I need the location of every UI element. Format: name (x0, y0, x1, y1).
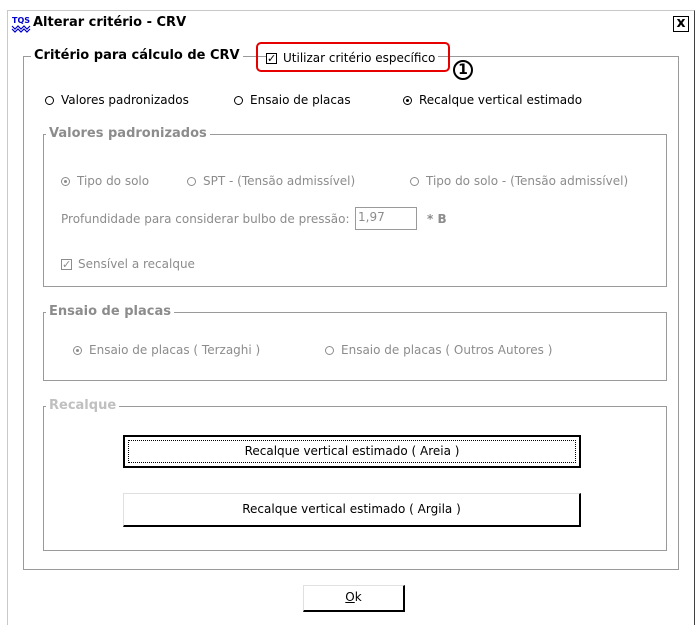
radio-tipo-solo[interactable]: Tipo do solo (61, 174, 149, 188)
recalque-argila-label: Recalque vertical estimado ( Argila ) (242, 502, 461, 516)
ensaio-legend: Ensaio de placas (46, 304, 174, 319)
radio-tipo-solo-tensao[interactable]: Tipo do solo - (Tensão admissível) (410, 174, 628, 188)
radio-circle (410, 176, 419, 186)
criterio-legend: Critério para cálculo de CRV (31, 48, 243, 63)
radio-circle (73, 345, 82, 355)
radio-label: Ensaio de placas ( Terzaghi ) (89, 343, 261, 357)
ok-underline-char: O (345, 590, 355, 604)
close-button[interactable]: x (673, 16, 689, 32)
radio-outros-autores[interactable]: Ensaio de placas ( Outros Autores ) (325, 343, 552, 357)
radio-recalque-estimado[interactable]: Recalque vertical estimado (403, 93, 582, 107)
tqs-logo-icon: TQS (11, 15, 31, 33)
checkbox-box: ✓ (61, 257, 72, 271)
radio-circle (61, 176, 70, 186)
depth-input[interactable]: 1,97 (355, 207, 417, 230)
radio-label: Tipo do solo (77, 174, 150, 188)
ok-label: k (354, 590, 362, 604)
radio-circle (234, 95, 243, 105)
close-icon: x (676, 15, 686, 31)
radio-label: Valores padronizados (61, 93, 189, 107)
radio-terzaghi[interactable]: Ensaio de placas ( Terzaghi ) (73, 343, 260, 357)
radio-circle (45, 95, 54, 105)
radio-label: SPT - (Tensão admissível) (203, 174, 356, 188)
recalque-legend: Recalque (46, 398, 120, 413)
valores-legend: Valores padronizados (46, 126, 210, 141)
radio-circle (403, 95, 412, 105)
svg-text:TQS: TQS (12, 16, 30, 25)
radio-label: Ensaio de placas ( Outros Autores ) (341, 343, 553, 357)
callout-number: 1 (453, 60, 473, 80)
sensitive-checkbox[interactable]: ✓ Sensível a recalque (61, 257, 195, 271)
title-bar[interactable]: TQS Alterar critério - CRV x (8, 12, 692, 36)
radio-circle (325, 345, 334, 355)
radio-spt[interactable]: SPT - (Tensão admissível) (187, 174, 355, 188)
ok-button[interactable]: Ok (303, 585, 405, 612)
sensitive-label: Sensível a recalque (78, 257, 195, 271)
depth-label: Profundidade para considerar bulbo de pr… (61, 212, 350, 226)
radio-ensaio-placas[interactable]: Ensaio de placas (234, 93, 351, 107)
window-title: Alterar critério - CRV (33, 15, 187, 30)
recalque-argila-button[interactable]: Recalque vertical estimado ( Argila ) (123, 493, 581, 527)
radio-label: Tipo do solo - (Tensão admissível) (426, 174, 629, 188)
recalque-areia-button[interactable]: Recalque vertical estimado ( Areia ) (123, 435, 581, 468)
radio-valores-padronizados[interactable]: Valores padronizados (45, 93, 189, 107)
radio-circle (187, 176, 196, 186)
depth-unit: * B (427, 212, 447, 226)
recalque-areia-label: Recalque vertical estimado ( Areia ) (244, 444, 460, 458)
radio-label: Recalque vertical estimado (419, 93, 583, 107)
radio-label: Ensaio de placas (250, 93, 351, 107)
recalque-group: Recalque (43, 398, 667, 551)
callout-highlight (256, 42, 450, 72)
